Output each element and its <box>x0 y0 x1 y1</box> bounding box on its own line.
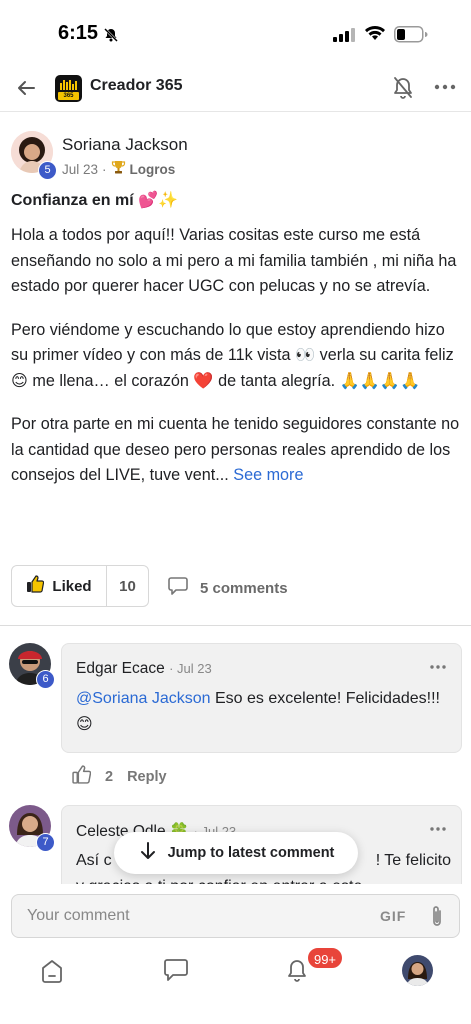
status-time: 6:15 <box>58 22 99 44</box>
community-title[interactable]: Creador 365 <box>90 77 183 95</box>
cellular-signal-icon <box>333 28 355 47</box>
jump-toast-label: Jump to latest comment <box>167 845 335 861</box>
jump-to-latest-comment-button[interactable]: Jump to latest comment <box>114 832 358 874</box>
comment-more-icon[interactable] <box>429 820 447 843</box>
post-paragraph: Pero viéndome y escuchando lo que estoy … <box>11 320 454 390</box>
section-divider <box>0 625 471 626</box>
see-more-link[interactable]: See more <box>233 466 303 484</box>
logo-number: 365 <box>58 92 79 100</box>
arrow-down-icon <box>138 841 158 865</box>
like-count[interactable]: 10 <box>107 566 148 606</box>
comments-count-label: 5 comments <box>200 579 288 597</box>
more-options-icon[interactable] <box>433 75 457 104</box>
status-bar: 6:15 <box>0 0 471 66</box>
post-author-name[interactable]: Soriana Jackson <box>62 135 188 155</box>
back-arrow-icon[interactable] <box>14 76 38 105</box>
comment-body-end: ! Te felicito <box>375 852 451 869</box>
comment-input-placeholder[interactable]: Your comment <box>27 907 130 925</box>
post-body: Hola a todos por aquí!! Varias cositas e… <box>11 223 463 507</box>
comment-composer[interactable]: Your comment GIF <box>11 894 460 938</box>
thumbs-up-outline-icon <box>72 765 92 788</box>
notifications-off-bell-icon[interactable] <box>391 75 415 106</box>
paperclip-icon[interactable] <box>428 905 446 934</box>
comment-body-start: Así c <box>76 852 112 869</box>
battery-icon <box>394 26 428 48</box>
liked-button[interactable]: Liked <box>12 566 107 606</box>
post-paragraph: Hola a todos por aquí!! Varias cositas e… <box>11 226 457 295</box>
liked-label: Liked <box>52 577 92 595</box>
comment-like-button[interactable]: 2 <box>72 765 113 788</box>
post-paragraph-truncated: Por otra parte en mi cuenta he tenido se… <box>11 412 463 489</box>
comment-bubble-icon <box>168 577 188 599</box>
comment-actions: 2 Reply <box>72 765 167 788</box>
post-meta: Jul 23 · Logros <box>62 160 175 178</box>
comment-author-level-badge: 7 <box>36 833 55 852</box>
chat-tab-icon[interactable] <box>163 958 189 987</box>
notifications-tab-bell-icon[interactable] <box>285 958 309 989</box>
meta-separator: · <box>102 161 107 177</box>
comment-text: @Soriana Jackson Eso es excelente! Felic… <box>76 686 451 738</box>
profile-tab-avatar[interactable] <box>402 955 433 986</box>
post-date: Jul 23 <box>62 161 99 177</box>
comment-author-name[interactable]: Edgar Ecace <box>76 660 165 677</box>
silent-bell-icon <box>103 27 119 48</box>
home-tab-icon[interactable] <box>40 958 64 989</box>
gif-button[interactable]: GIF <box>380 908 406 924</box>
notifications-count-badge: 99+ <box>306 946 344 970</box>
post-category[interactable]: Logros <box>130 162 176 177</box>
comment-mention-link[interactable]: @Soriana Jackson <box>76 690 211 707</box>
comment-bubble: Edgar Ecace · Jul 23 @Soriana Jackson Es… <box>61 643 462 753</box>
trophy-icon <box>111 160 126 178</box>
wifi-icon <box>364 25 386 46</box>
community-logo[interactable]: 365 <box>55 75 82 102</box>
like-control: Liked 10 <box>11 565 149 607</box>
comment-more-icon[interactable] <box>429 658 447 681</box>
comment-author-line: Edgar Ecace · Jul 23 <box>76 660 212 678</box>
top-navigation-bar: 365 Creador 365 <box>0 66 471 112</box>
comments-button[interactable]: 5 comments <box>168 577 288 599</box>
comment-like-count: 2 <box>105 768 114 785</box>
comment-reply-button[interactable]: Reply <box>127 769 167 785</box>
post-title: Confianza en mí 💕✨ <box>11 192 178 209</box>
author-level-badge: 5 <box>38 161 57 180</box>
comment-date: · Jul 23 <box>169 661 212 676</box>
comment-author-level-badge: 6 <box>36 670 55 689</box>
thumbs-up-filled-icon <box>26 575 45 597</box>
